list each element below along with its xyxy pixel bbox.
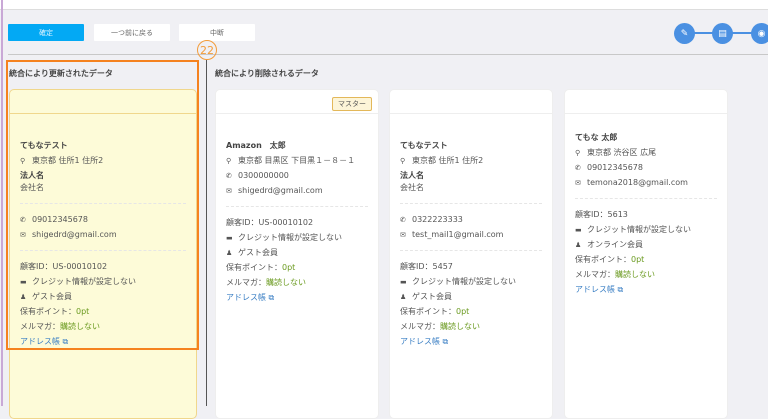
map-marker-icon: ⚲: [226, 157, 232, 165]
credit-card-icon: ▬: [400, 278, 407, 286]
credit-status: クレジット情報が設定しない: [412, 277, 516, 286]
customer-name: Amazon 太郎: [226, 141, 286, 150]
customer-card: てもなテスト ⚲ 東京都 住所1 住所2 法人名 会社名 ✆ 0322223333 …: [389, 89, 553, 419]
master-badge: マスター: [332, 97, 372, 111]
user-icon: ♟: [400, 293, 407, 301]
credit-card-icon: ▬: [226, 234, 233, 242]
address: 東京都 目黒区 下目黒１－８－１: [238, 156, 356, 165]
divider: [8, 54, 768, 55]
address-book-link[interactable]: アドレス帳 ⧉: [575, 282, 717, 297]
credit-status: クレジット情報が設定しない: [238, 233, 342, 242]
member-type: ゲスト会員: [238, 248, 278, 257]
phone-icon: ✆: [575, 164, 581, 172]
mailmag-value: 購読しない: [615, 270, 655, 279]
credit-status: クレジット情報が設定しない: [587, 225, 691, 234]
customer-id: 顧客ID：5457: [400, 262, 453, 271]
external-link-icon: ⧉: [268, 293, 275, 302]
address-book-link[interactable]: アドレス帳 ⧉: [226, 290, 368, 305]
phone: 0300000000: [238, 171, 289, 180]
points-label: 保有ポイント：: [575, 255, 631, 264]
deleted-column-title: 統合により削除されるデータ: [215, 69, 319, 78]
external-link-icon: ⧉: [442, 337, 449, 346]
user-icon: ♟: [575, 241, 582, 249]
map-marker-icon: ⚲: [400, 157, 406, 165]
member-type: ゲスト会員: [412, 292, 452, 301]
address-book-label: アドレス帳: [226, 293, 266, 302]
card-header: [390, 90, 552, 114]
customer-card: てもな 太郎 ⚲ 東京都 渋谷区 広尾 ✆ 09012345678 ✉ temona2…: [564, 89, 728, 419]
mailmag-value: 購読しない: [440, 322, 480, 331]
card-list-icon[interactable]: ▤: [712, 23, 733, 44]
points-value: 0pt: [456, 307, 470, 316]
card-header: マスター: [216, 90, 378, 114]
corp-name: 会社名: [400, 183, 424, 192]
points-value: 0pt: [631, 255, 645, 264]
mailmag-label: メルマガ：: [400, 322, 440, 331]
email: temona2018@gmail.com: [587, 178, 688, 187]
customer-name: てもなテスト: [400, 141, 448, 150]
envelope-icon: ✉: [226, 187, 232, 195]
highlight-box: [6, 60, 199, 350]
phone: 0322223333: [412, 215, 463, 224]
phone: 09012345678: [587, 163, 643, 172]
eye-icon[interactable]: ◉: [751, 23, 768, 44]
points-label: 保有ポイント：: [226, 263, 282, 272]
edit-icon[interactable]: ✎: [674, 23, 695, 44]
customer-name: てもな 太郎: [575, 133, 618, 142]
mailmag-value: 購読しない: [266, 278, 306, 287]
address-book-label: アドレス帳: [400, 337, 440, 346]
customer-id: 顧客ID：5613: [575, 210, 628, 219]
corp-label: 法人名: [400, 171, 424, 180]
user-icon: ♟: [226, 249, 233, 257]
address-book-link[interactable]: アドレス帳 ⧉: [400, 334, 542, 349]
mailmag-label: メルマガ：: [575, 270, 615, 279]
customer-card: マスター Amazon 太郎 ⚲ 東京都 目黒区 下目黒１－８－１ ✆ 030000…: [215, 89, 379, 419]
external-link-icon: ⧉: [617, 285, 624, 294]
email: test_mail1@gmail.com: [412, 230, 504, 239]
abort-button[interactable]: 中断: [179, 24, 255, 41]
map-marker-icon: ⚲: [575, 149, 581, 157]
confirm-button[interactable]: 確定: [8, 24, 84, 41]
top-bar: [0, 0, 768, 10]
envelope-icon: ✉: [400, 231, 406, 239]
annotation-marker: 22: [197, 40, 217, 60]
back-button[interactable]: 一つ前に戻る: [94, 24, 170, 41]
points-value: 0pt: [282, 263, 296, 272]
left-edge: [1, 0, 3, 406]
phone-icon: ✆: [400, 216, 406, 224]
credit-card-icon: ▬: [575, 226, 582, 234]
envelope-icon: ✉: [575, 179, 581, 187]
column-divider: [206, 60, 207, 406]
card-header: [565, 90, 727, 114]
address: 東京都 住所1 住所2: [412, 156, 484, 165]
address-book-label: アドレス帳: [575, 285, 615, 294]
phone-icon: ✆: [226, 172, 232, 180]
mailmag-label: メルマガ：: [226, 278, 266, 287]
address: 東京都 渋谷区 広尾: [587, 148, 657, 157]
step-indicator: ✎ ▤ ◉: [674, 23, 768, 44]
email: shigedrd@gmail.com: [238, 186, 323, 195]
points-label: 保有ポイント：: [400, 307, 456, 316]
member-type: オンライン会員: [587, 240, 643, 249]
customer-id: 顧客ID：US-00010102: [226, 218, 314, 227]
